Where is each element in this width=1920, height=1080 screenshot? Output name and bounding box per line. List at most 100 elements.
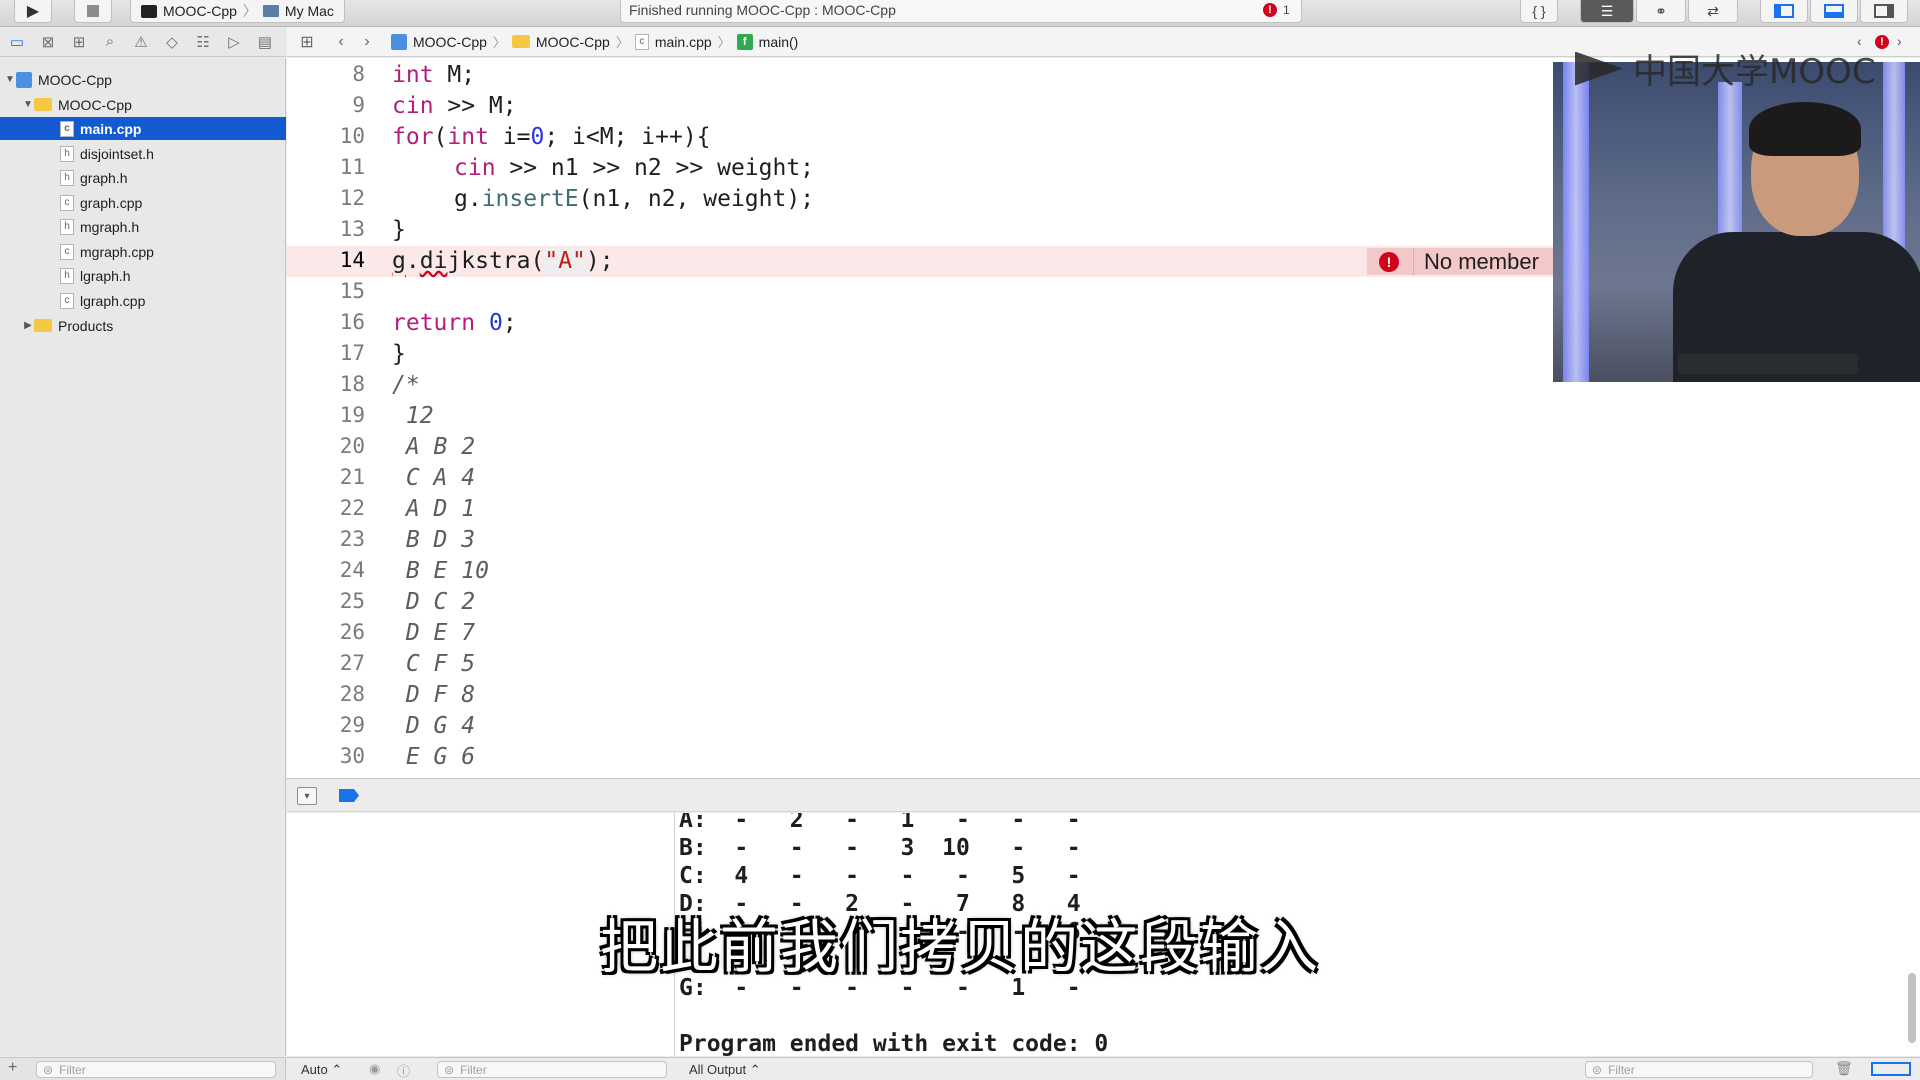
folder-icon	[34, 319, 52, 332]
disclosure-open-icon[interactable]: ▼	[22, 99, 34, 110]
standard-editor-button[interactable]: ☰	[1580, 0, 1634, 23]
assistant-editor-button[interactable]: ⚭	[1636, 0, 1686, 23]
breakpoints-toggle-icon[interactable]	[339, 789, 359, 802]
code-text: g.insertE(n1, n2, weight);	[454, 186, 815, 212]
console-filter-input[interactable]: ⊜ Filter	[1585, 1061, 1813, 1078]
issue-nav-next-icon[interactable]: ›	[1897, 33, 1902, 49]
scheme-device: My Mac	[284, 3, 334, 19]
code-text: g.dijkstra("A");	[392, 248, 614, 274]
code-text: }	[392, 217, 406, 243]
eye-icon[interactable]: ◉	[369, 1061, 380, 1077]
breadcrumb-function[interactable]: f main()	[736, 33, 798, 50]
tree-file[interactable]: h disjointset.h	[0, 142, 286, 165]
code-line: 19 12	[339, 403, 434, 429]
run-button[interactable]: ▶	[14, 0, 52, 23]
code-text: D E 7	[392, 620, 476, 646]
code-text: D C 2	[392, 589, 476, 615]
code-line: 20 A B 2	[339, 434, 476, 460]
variables-filter-input[interactable]: ⊜ Filter	[437, 1061, 667, 1078]
project-icon	[16, 71, 32, 88]
trash-icon[interactable]: 🗑	[1835, 1060, 1853, 1077]
split-view-icon[interactable]	[1871, 1062, 1911, 1076]
function-icon: f	[736, 33, 753, 50]
forward-icon[interactable]: ›	[357, 33, 377, 51]
version-editor-button[interactable]: ⇄	[1688, 0, 1738, 23]
debug-icon[interactable]: ☷	[192, 33, 214, 51]
video-subtitle: 把此前我们拷贝的这段输入	[599, 913, 1320, 981]
tree-products[interactable]: ▶ Products	[0, 314, 286, 337]
tree-file[interactable]: h graph.h	[0, 166, 286, 189]
related-items-icon[interactable]: ⊞	[297, 32, 317, 52]
toggle-debug-area-button[interactable]	[1810, 0, 1858, 23]
play-icon: ▶	[26, 3, 40, 20]
arrows-icon: ⇄	[1707, 2, 1719, 19]
toggle-utilities-button[interactable]	[1860, 0, 1908, 23]
breadcrumb-group[interactable]: MOOC-Cpp	[511, 34, 610, 50]
code-text: E G 6	[392, 744, 476, 770]
toolbar: ▶ MOOC-Cpp 〉 My Mac Finished running MOO…	[0, 0, 1920, 27]
back-icon[interactable]: ‹	[331, 33, 351, 51]
right-panel-icon	[1874, 4, 1894, 18]
tree-file[interactable]: c graph.cpp	[0, 191, 286, 214]
output-selector[interactable]: All Output ⌃	[689, 1062, 761, 1078]
code-line: 29 D G 4	[339, 713, 476, 739]
tree-file[interactable]: h mgraph.h	[0, 215, 286, 238]
code-text: return 0;	[392, 310, 517, 336]
disclosure-open-icon[interactable]: ▼	[4, 74, 16, 85]
test-icon[interactable]: ◇	[161, 33, 183, 51]
tree-file[interactable]: c lgraph.cpp	[0, 289, 286, 312]
hide-debug-area-button[interactable]: ▾	[297, 787, 317, 805]
breakpoint-icon[interactable]: ▷	[223, 33, 245, 51]
tree-group[interactable]: ▼ MOOC-Cpp	[0, 93, 286, 116]
stop-button[interactable]	[74, 0, 112, 23]
code-text: 12	[392, 403, 434, 429]
code-line: 24 B E 10	[339, 558, 489, 584]
instructor-video	[1553, 62, 1920, 382]
activity-status: Finished running MOOC-Cpp : MOOC-Cpp	[629, 2, 896, 18]
folder-icon[interactable]: ▭	[6, 33, 28, 51]
header-file-icon: h	[60, 145, 74, 162]
navigator-filter-input[interactable]: ⊜ Filter	[36, 1061, 276, 1078]
tree-file[interactable]: c mgraph.cpp	[0, 240, 286, 263]
tree-file[interactable]: c main.cpp	[0, 117, 286, 140]
activity-viewer: Finished running MOOC-Cpp : MOOC-Cpp ! 1	[620, 0, 1302, 23]
code-text: D F 8	[392, 682, 476, 708]
lines-icon: ☰	[1600, 2, 1614, 19]
console-line: A: - 2 - 1 - - -	[679, 813, 1081, 833]
code-text: B E 10	[392, 558, 489, 584]
breadcrumb-project[interactable]: MOOC-Cpp	[391, 33, 487, 50]
left-panel-icon	[1774, 4, 1794, 18]
toggle-navigator-button[interactable]	[1760, 0, 1808, 23]
error-icon[interactable]: !	[1875, 35, 1889, 49]
braces-button[interactable]: { }	[1520, 0, 1558, 23]
cpp-file-icon: c	[634, 33, 649, 50]
error-message: No member	[1424, 248, 1539, 274]
activity-error-indicator[interactable]: ! 1	[1263, 3, 1290, 17]
source-control-icon[interactable]: ⊠	[37, 33, 59, 51]
project-icon	[391, 33, 407, 50]
code-line: 23 B D 3	[339, 527, 476, 553]
search-icon[interactable]: ⌕	[99, 33, 121, 50]
code-line: 21 C A 4	[339, 465, 476, 491]
code-text: C F 5	[392, 651, 476, 677]
filter-icon: ⊜	[444, 1062, 455, 1077]
auto-selector[interactable]: Auto ⌃	[301, 1062, 342, 1078]
breadcrumb-file[interactable]: c main.cpp	[634, 33, 712, 50]
tree-file[interactable]: h lgraph.h	[0, 264, 286, 287]
error-icon: !	[1263, 3, 1277, 17]
add-icon[interactable]: +	[8, 1059, 17, 1077]
filter-icon: ⊜	[43, 1062, 54, 1077]
disclosure-closed-icon[interactable]: ▶	[22, 320, 34, 331]
code-line: 26 D E 7	[339, 620, 476, 646]
scheme-selector[interactable]: MOOC-Cpp 〉 My Mac	[130, 0, 345, 23]
report-icon[interactable]: ▤	[254, 33, 276, 51]
warning-icon[interactable]: ⚠	[130, 33, 152, 51]
tree-project[interactable]: ▼ MOOC-Cpp	[0, 68, 286, 91]
info-icon[interactable]: ⓘ	[397, 1061, 410, 1080]
code-text: D G 4	[392, 713, 476, 739]
error-icon: !	[1379, 251, 1399, 272]
hierarchy-icon[interactable]: ⊞	[68, 33, 90, 51]
header-file-icon: h	[60, 267, 74, 284]
console-line: C: 4 - - - - 5 -	[679, 863, 1081, 889]
code-text: int M;	[392, 62, 476, 88]
